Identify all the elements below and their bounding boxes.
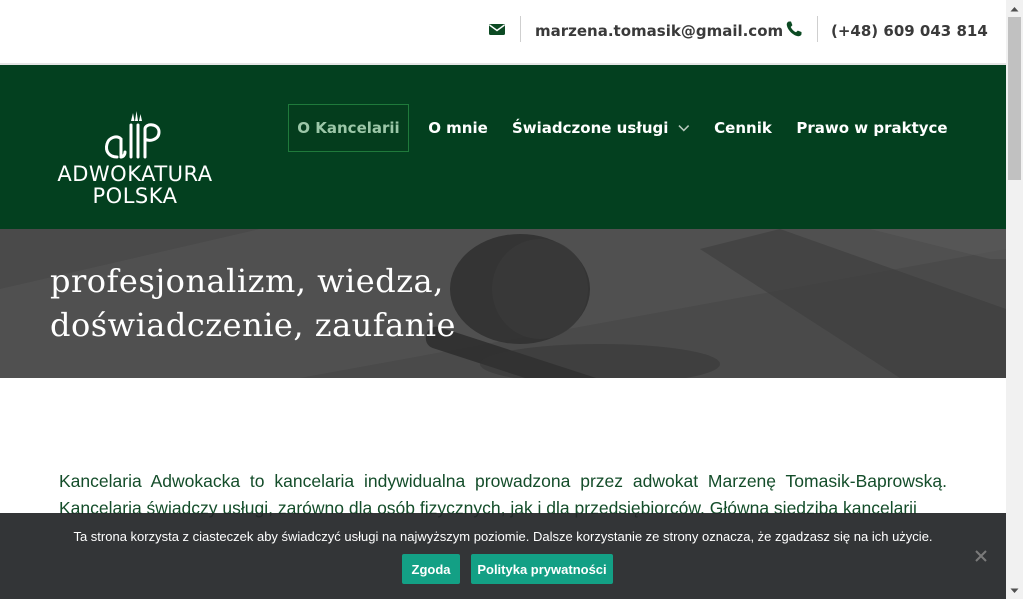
privacy-policy-button[interactable]: Polityka prywatności — [471, 554, 613, 584]
hero-headline: profesjonalizm, wiedza, doświadczenie, z… — [50, 259, 456, 347]
divider — [817, 16, 818, 42]
logo[interactable]: ADWOKATURA POLSKA — [40, 107, 230, 227]
phone-icon — [786, 21, 802, 37]
cookie-notice: Ta strona korzysta z ciasteczek aby świa… — [0, 513, 1006, 599]
envelope-icon — [489, 24, 505, 35]
scrollbar[interactable] — [1006, 0, 1023, 599]
top-contact-bar: marzena.tomasik@gmail.com (+48) 609 043 … — [0, 0, 1006, 65]
nav-item-cennik[interactable]: Cennik — [710, 104, 776, 152]
nav-item-label: Świadczone usługi — [512, 119, 669, 137]
hero-line-2: doświadczenie, zaufanie — [50, 306, 456, 344]
scroll-up-arrow-icon[interactable] — [1006, 0, 1023, 17]
scrollbar-thumb[interactable] — [1008, 17, 1021, 180]
nav-item-swiadczone-uslugi[interactable]: Świadczone usługi — [512, 104, 690, 152]
divider — [520, 16, 521, 42]
nav-item-o-kancelarii[interactable]: O Kancelarii — [288, 104, 409, 152]
logo-text-line1: ADWOKATURA — [57, 162, 213, 186]
contact-phone-link[interactable]: (+48) 609 043 814 — [831, 0, 988, 62]
close-icon[interactable] — [972, 547, 990, 565]
hero-line-1: profesjonalizm, wiedza, — [50, 262, 444, 300]
cookie-accept-button[interactable]: Zgoda — [402, 554, 460, 584]
scroll-down-arrow-icon[interactable] — [1006, 582, 1023, 599]
chevron-down-icon — [678, 125, 690, 132]
site-header: ADWOKATURA POLSKA O Kancelarii O mnie Św… — [0, 65, 1006, 229]
contact-email-link[interactable]: marzena.tomasik@gmail.com — [535, 0, 783, 62]
nav-item-o-mnie[interactable]: O mnie — [424, 104, 492, 152]
nav-item-prawo-w-praktyce[interactable]: Prawo w praktyce — [796, 104, 948, 152]
cookie-message: Ta strona korzysta z ciasteczek aby świa… — [73, 529, 933, 544]
logo-text-line2: POLSKA — [92, 184, 178, 208]
adwokatura-logo-mark-icon — [105, 111, 161, 159]
hero-banner: profesjonalizm, wiedza, doświadczenie, z… — [0, 229, 1006, 378]
